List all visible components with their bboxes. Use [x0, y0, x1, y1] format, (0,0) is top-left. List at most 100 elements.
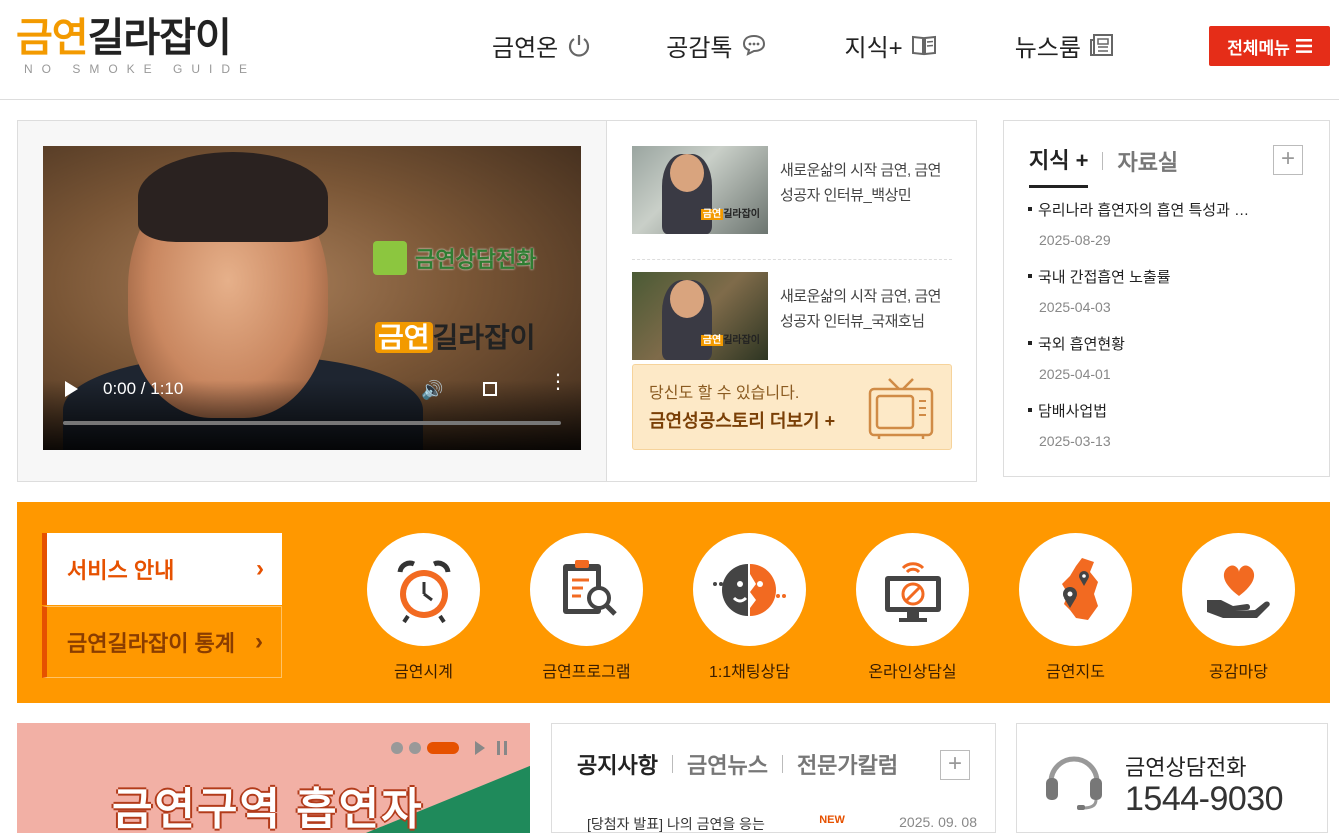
- success-story-banner[interactable]: 당신도 할 수 있습니다. 금연성공스토리 더보기 +: [632, 364, 952, 450]
- thumb-head: [670, 280, 704, 318]
- video-list: 금연 길라잡이 새로운삶의 시작 금연, 금연성공자 인터뷰_백상민 금연 길라잡이…: [632, 146, 952, 362]
- service-program[interactable]: 금연프로그램: [505, 533, 668, 682]
- tab-divider: [671, 755, 673, 773]
- hotline-title: 금연상담전화: [1125, 755, 1247, 780]
- knowledge-section: 지식 + 자료실 + 우리나라 흡연자의 흡연 특성과 … 2025-08-29…: [1003, 120, 1330, 477]
- video-player[interactable]: 금연상담전화 금연길라잡이 0:00 / 1:10 🔊 ⋮: [43, 146, 581, 450]
- video-section: 금연상담전화 금연길라잡이 0:00 / 1:10 🔊 ⋮ 금연길라잡이 새로운…: [17, 120, 977, 482]
- hotline-box[interactable]: 금연상담전화 1544-9030: [1016, 723, 1328, 833]
- service-quit-clock[interactable]: 금연시계: [342, 533, 505, 682]
- list-item-title[interactable]: 국외 흡연현황: [1028, 333, 1318, 354]
- service-info-button[interactable]: 서비스 안내 ›: [42, 533, 282, 605]
- knowledge-more-button[interactable]: +: [1273, 145, 1303, 175]
- fullscreen-icon[interactable]: [483, 382, 497, 396]
- video-list-title[interactable]: 새로운삶의 시작 금연, 금연성공자 인터뷰_국재호님: [768, 272, 952, 362]
- video-time: 0:00 / 1:10: [103, 379, 184, 398]
- list-item-date: 2025-03-13: [1039, 433, 1111, 449]
- headset-icon: [1046, 756, 1102, 810]
- nav-item-knowledge[interactable]: 지식+: [845, 28, 937, 62]
- service-chat[interactable]: 1:1채팅상담: [668, 533, 831, 682]
- service-label: 금연프로그램: [542, 664, 631, 681]
- tab-knowledge[interactable]: 지식 +: [1029, 143, 1089, 188]
- notice-tabs: 공지사항 금연뉴스 전문가칼럼: [577, 748, 898, 780]
- video-list-title[interactable]: 새로운삶의 시작 금연, 금연성공자 인터뷰_백상민: [768, 146, 952, 259]
- play-icon[interactable]: [475, 741, 485, 755]
- thumb-head: [670, 154, 704, 192]
- tv-icon: [868, 378, 934, 439]
- tab-column[interactable]: 전문가칼럼: [797, 748, 898, 780]
- promo-banner[interactable]: 금연구역 흡연자: [17, 723, 530, 833]
- chat-faces-icon: [712, 563, 786, 616]
- site-logo[interactable]: 금연길라잡이 NO SMOKE GUIDE: [16, 14, 256, 76]
- success-story-link[interactable]: 금연성공스토리 더보기 +: [649, 407, 835, 433]
- site-header: 금연길라잡이 NO SMOKE GUIDE 금연온 공감톡 지식+ 뉴스룸 전체…: [0, 0, 1339, 100]
- notice-more-button[interactable]: +: [940, 750, 970, 780]
- nav-item-quit-on[interactable]: 금연온: [492, 28, 592, 62]
- pagination-dot[interactable]: [409, 742, 421, 754]
- alarm-clock-icon: [397, 560, 450, 623]
- banner-pagination: [391, 741, 507, 755]
- success-story-subtitle: 당신도 할 수 있습니다.: [649, 385, 800, 402]
- banner-headline: 금연구역 흡연자: [112, 785, 424, 833]
- video-frame-hair: [138, 152, 328, 242]
- knowledge-tabs: 지식 + 자료실: [1029, 143, 1178, 188]
- service-empathy[interactable]: 공감마당: [1157, 533, 1320, 682]
- power-icon: [569, 35, 590, 57]
- service-label: 공감마당: [1209, 664, 1268, 681]
- video-progress-bar[interactable]: [63, 421, 561, 425]
- hotline-number[interactable]: 1544-9030: [1125, 780, 1284, 819]
- overlay-logo-dark: 길라잡이: [432, 322, 536, 353]
- hamburger-icon: [1295, 39, 1312, 53]
- list-item-title[interactable]: 국내 간접흡연 노출률: [1028, 266, 1318, 287]
- list-item[interactable]: 국내 간접흡연 노출률 2025-04-03: [1028, 266, 1318, 333]
- video-thumbnail[interactable]: 금연 길라잡이: [632, 272, 768, 360]
- video-player-area: 금연상담전화 금연길라잡이 0:00 / 1:10 🔊 ⋮: [18, 121, 607, 481]
- service-label: 금연시계: [394, 664, 453, 681]
- list-item[interactable]: 우리나라 흡연자의 흡연 특성과 … 2025-08-29: [1028, 199, 1318, 266]
- list-item[interactable]: 담배사업법 2025-03-13: [1028, 400, 1318, 467]
- tab-divider: [1102, 151, 1104, 170]
- chevron-right-icon: ›: [255, 628, 263, 655]
- video-overlay-logo: 금연 길라잡이: [375, 316, 536, 356]
- list-item-date: 2025-04-03: [1039, 299, 1111, 315]
- play-icon[interactable]: [65, 381, 78, 397]
- service-map[interactable]: 금연지도: [994, 533, 1157, 682]
- tab-news[interactable]: 금연뉴스: [687, 748, 768, 780]
- all-menu-label: 전체메뉴: [1227, 38, 1290, 58]
- logo-subtitle: NO SMOKE GUIDE: [24, 62, 257, 76]
- thumb-logo: 금연 길라잡이: [700, 205, 760, 220]
- notice-section: 공지사항 금연뉴스 전문가칼럼 + [당첨자 발표] 나의 금연을 응는 NEW…: [551, 723, 996, 833]
- statistics-label: 금연길라잡이 통계: [67, 631, 236, 656]
- newspaper-icon: [1089, 34, 1113, 56]
- nav-item-newsroom[interactable]: 뉴스룸: [1015, 28, 1115, 62]
- nav-item-empathy-talk[interactable]: 공감톡: [666, 28, 766, 62]
- hotline-logo-icon: [373, 241, 407, 275]
- global-nav: 금연온 공감톡 지식+ 뉴스룸: [492, 28, 1115, 62]
- service-online-counseling[interactable]: 온라인상담실: [831, 533, 994, 682]
- statistics-button[interactable]: 금연길라잡이 통계 ›: [42, 606, 282, 678]
- video-list-item[interactable]: 금연 길라잡이 새로운삶의 시작 금연, 금연성공자 인터뷰_국재호님: [632, 272, 952, 362]
- more-options-icon[interactable]: ⋮: [548, 372, 568, 392]
- thumb-logo: 금연 길라잡이: [700, 331, 760, 346]
- video-thumbnail[interactable]: 금연 길라잡이: [632, 146, 768, 234]
- nav-label: 뉴스룸: [1014, 34, 1081, 62]
- volume-icon[interactable]: 🔊: [421, 380, 443, 401]
- service-label: 온라인상담실: [868, 664, 957, 681]
- pagination-dot[interactable]: [391, 742, 403, 754]
- all-menu-button[interactable]: 전체메뉴: [1209, 26, 1330, 66]
- monitor-no-smoking-icon: [884, 561, 941, 622]
- notice-title[interactable]: [당첨자 발표] 나의 금연을 응는: [587, 814, 765, 834]
- service-label: 1:1채팅상담: [708, 664, 791, 681]
- tab-archive[interactable]: 자료실: [1117, 145, 1178, 187]
- pause-icon[interactable]: [497, 741, 507, 755]
- video-list-item[interactable]: 금연 길라잡이 새로운삶의 시작 금연, 금연성공자 인터뷰_백상민: [632, 146, 952, 260]
- tab-notice[interactable]: 공지사항: [577, 748, 658, 780]
- list-item[interactable]: 국외 흡연현황 2025-04-01: [1028, 333, 1318, 400]
- list-item[interactable]: [당첨자 발표] 나의 금연을 응는 NEW 2025. 09. 08: [587, 814, 977, 834]
- pagination-dot-active[interactable]: [427, 742, 459, 754]
- list-item-title[interactable]: 담배사업법: [1028, 400, 1318, 421]
- list-item-date: 2025-08-29: [1039, 232, 1111, 248]
- list-item-title[interactable]: 우리나라 흡연자의 흡연 특성과 …: [1028, 199, 1318, 220]
- service-label: 금연지도: [1046, 664, 1105, 681]
- chat-bubble-icon: [742, 34, 765, 56]
